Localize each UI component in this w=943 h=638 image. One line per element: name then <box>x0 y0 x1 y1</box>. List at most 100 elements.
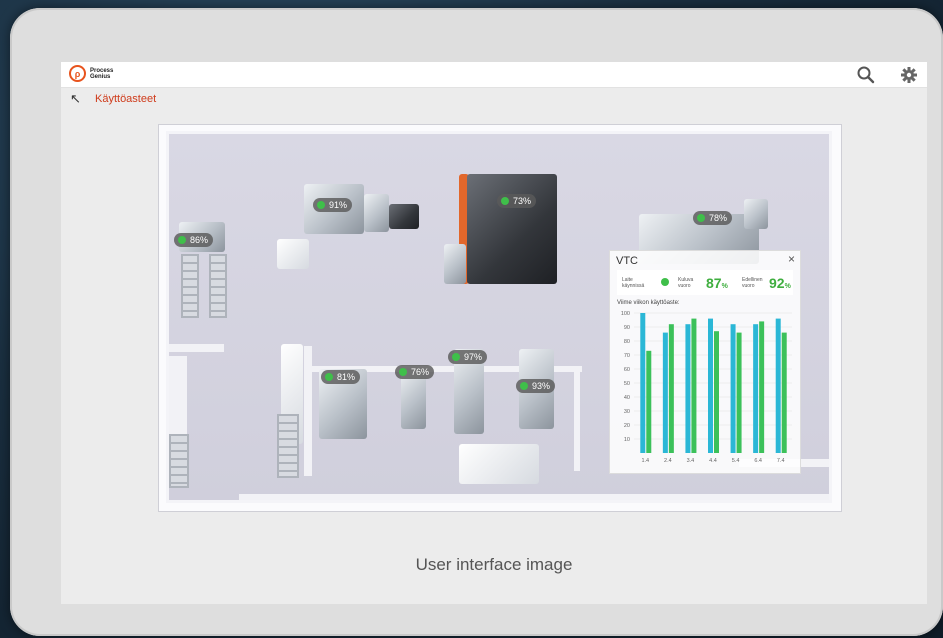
utilization-badge[interactable]: 78% <box>693 211 733 225</box>
x-tick-label: 1.4 <box>641 458 649 464</box>
y-tick-label: 80 <box>624 339 630 345</box>
previous-label-line2: vuoro <box>742 283 755 289</box>
status-dot <box>452 353 460 361</box>
machine-3[interactable] <box>467 174 557 284</box>
current-label-line2: vuoro <box>678 283 691 289</box>
x-tick-label: 3.4 <box>687 458 695 464</box>
status-dot <box>501 197 509 205</box>
breadcrumb[interactable]: Käyttöasteet <box>95 93 156 105</box>
badge-value: 97% <box>464 352 483 362</box>
close-icon[interactable]: × <box>788 252 795 266</box>
x-tick-label: 6.4 <box>754 458 762 464</box>
x-tick-label: 5.4 <box>732 458 740 464</box>
bar <box>646 350 652 453</box>
badge-value: 78% <box>709 213 728 223</box>
current-shift-label: Kuluva vuoro <box>678 277 693 289</box>
app-screen: ρ Process Genius ↖ Käyttöasteet 86% 91% … <box>61 62 927 604</box>
y-tick-label: 100 <box>621 311 630 317</box>
machine-2-conveyor <box>389 204 419 229</box>
bar <box>759 321 765 453</box>
bar <box>775 318 781 453</box>
chart-title: Viime viikon käyttöaste: <box>617 300 680 306</box>
panel-title: VTC <box>616 255 638 267</box>
running-indicator-icon <box>661 278 669 286</box>
search-icon[interactable] <box>856 65 876 85</box>
status-dot <box>520 382 528 390</box>
status-label-line2: käynnissä <box>622 283 645 289</box>
status-dot <box>317 201 325 209</box>
table-unit <box>459 444 539 484</box>
logo-line2: Genius <box>90 73 111 80</box>
logo-icon: ρ <box>69 65 86 82</box>
bar <box>685 324 691 453</box>
bar <box>668 324 674 453</box>
y-tick-label: 30 <box>624 409 630 415</box>
badge-value: 93% <box>532 381 551 391</box>
status-dot <box>325 373 333 381</box>
bar <box>753 324 759 453</box>
machine-3-part <box>444 244 466 284</box>
rack <box>169 434 189 488</box>
utilization-badge[interactable]: 81% <box>321 370 361 384</box>
rack <box>277 414 299 478</box>
logo[interactable]: ρ Process Genius <box>69 65 113 82</box>
wall <box>574 366 580 471</box>
status-dot <box>697 214 705 222</box>
top-bar: ρ Process Genius <box>61 62 927 88</box>
badge-value: 91% <box>329 200 348 210</box>
wall <box>239 494 829 500</box>
bar <box>781 332 787 453</box>
badge-value: 86% <box>190 235 209 245</box>
machine-4-motor <box>744 199 768 229</box>
bar <box>662 332 668 453</box>
x-tick-label: 2.4 <box>664 458 672 464</box>
gear-icon[interactable] <box>899 65 919 85</box>
wall <box>304 346 312 476</box>
previous-unit: % <box>784 283 791 290</box>
ladder-rack <box>181 254 199 318</box>
status-row: Laite käynnissä Kuluva vuoro 87% Edellin… <box>617 270 793 295</box>
badge-value: 73% <box>513 196 532 206</box>
x-tick-label: 7.4 <box>777 458 785 464</box>
utilization-badge[interactable]: 93% <box>516 379 556 393</box>
y-tick-label: 20 <box>624 423 630 429</box>
previous-shift-label: Edellinen vuoro <box>742 277 763 289</box>
utilization-badge[interactable]: 86% <box>174 233 214 247</box>
wall <box>169 344 224 352</box>
x-tick-label: 4.4 <box>709 458 717 464</box>
back-arrow-icon[interactable]: ↖ <box>70 91 81 107</box>
bar <box>691 318 697 453</box>
logo-line1: Process <box>90 67 114 74</box>
status-dot <box>399 368 407 376</box>
machine-detail-panel: VTC × Laite käynnissä Kuluva vuoro 87% E… <box>609 250 801 474</box>
bar <box>736 332 742 453</box>
ladder-rack <box>209 254 227 318</box>
current-value: 87 <box>706 275 722 291</box>
utilization-badge[interactable]: 97% <box>448 350 488 364</box>
utilization-badge[interactable]: 73% <box>497 194 537 208</box>
utilization-badge[interactable]: 76% <box>395 365 435 379</box>
status-label: Laite käynnissä <box>622 277 644 289</box>
weekly-utilization-chart: 10 20 30 40 50 60 70 80 90 100 1.4 2.4 3.4 4.4 5.4 6.4 7… <box>621 311 792 464</box>
previous-shift-value: 92% <box>769 275 791 291</box>
tablet-frame: ρ Process Genius ↖ Käyttöasteet 86% 91% … <box>10 8 943 636</box>
sub-bar: ↖ Käyttöasteet <box>61 88 927 110</box>
y-tick-label: 90 <box>624 325 630 331</box>
current-shift-value: 87% <box>706 275 728 291</box>
logo-text: Process Genius <box>90 68 113 80</box>
machine-2-part <box>364 194 389 232</box>
utilization-badge[interactable]: 91% <box>313 198 353 212</box>
bar <box>730 324 736 453</box>
current-unit: % <box>721 283 728 290</box>
bar <box>714 331 719 453</box>
caption: User interface image <box>415 555 573 574</box>
bar <box>708 318 713 453</box>
bar <box>640 313 646 453</box>
y-tick-label: 50 <box>624 381 630 387</box>
y-tick-label: 10 <box>624 437 630 443</box>
y-tick-label: 70 <box>624 353 630 359</box>
machine-2-stand <box>277 239 309 269</box>
badge-value: 81% <box>337 372 356 382</box>
y-tick-label: 40 <box>624 395 630 401</box>
status-dot <box>178 236 186 244</box>
